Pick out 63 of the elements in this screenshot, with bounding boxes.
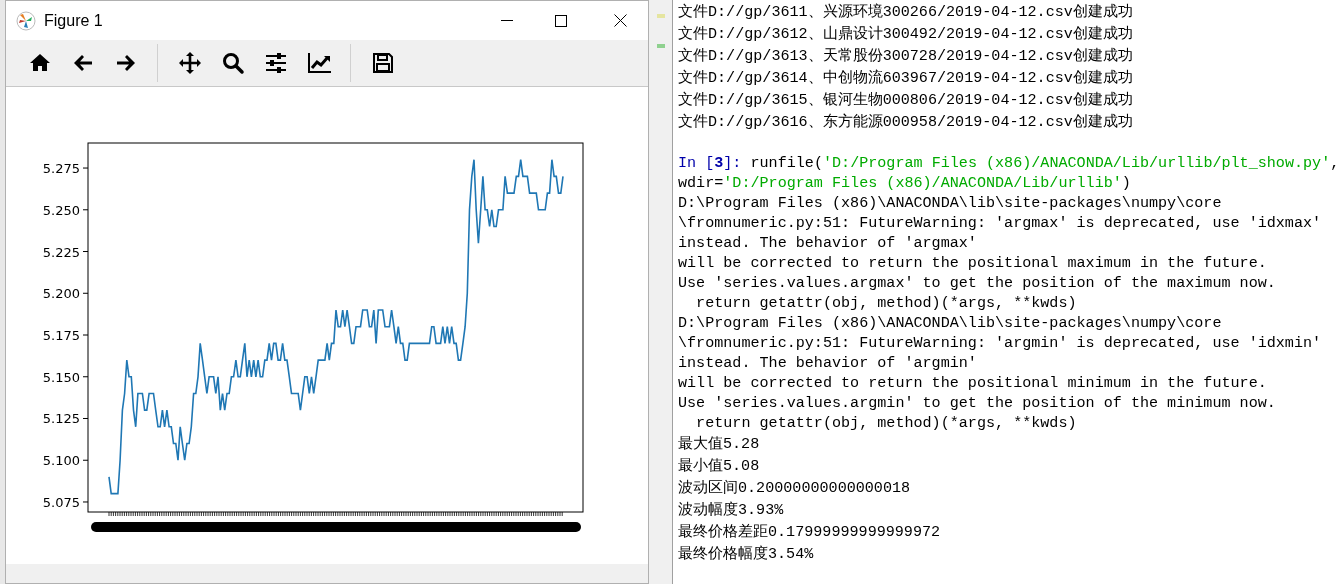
y-tick-label: 5.225 — [42, 244, 80, 260]
result-line: 最终价格幅度3.54% — [678, 544, 815, 565]
save-icon — [370, 51, 395, 75]
result-line: 波动幅度3.93% — [678, 500, 785, 521]
window-title: Figure 1 — [44, 10, 103, 31]
y-tick-label: 5.100 — [42, 453, 80, 469]
scroll-marker — [656, 44, 665, 48]
input-prompt: In [ — [678, 154, 715, 172]
output-line: 文件D://gp/3616、东方能源000958/2019-04-12.csv创建成功 — [678, 112, 1134, 133]
close-icon — [613, 14, 627, 27]
warning-line: Use 'series.values.argmin' to get the position of the minimum now. — [678, 393, 1277, 413]
code-text: runfile( — [750, 154, 823, 172]
y-tick — [82, 418, 89, 419]
scroll-marker — [656, 14, 665, 18]
y-tick — [82, 334, 89, 336]
code-text: wdir= — [678, 174, 724, 192]
warning-line: D:\Program Files (x86)\ANACONDA\lib\site-packages\numpy\core — [678, 193, 1223, 213]
result-line: 波动区间0.20000000000000018 — [678, 478, 912, 499]
y-tick-label: 5.075 — [42, 495, 80, 510]
code-text: ) — [1121, 174, 1131, 192]
warning-line: return getattr(obj, method)(*args, **kwds) — [695, 413, 1078, 433]
sliders-icon — [263, 51, 288, 75]
warning-line: Use 'series.values.argmax' to get the position of the maximum now. — [678, 273, 1277, 293]
search-icon — [220, 51, 245, 75]
maximize-icon — [555, 14, 567, 27]
warning-line: instead. The behavior of 'argmax' — [678, 233, 978, 253]
move-icon — [177, 51, 202, 75]
y-tick — [82, 251, 89, 253]
y-tick — [82, 292, 89, 294]
output-line: 文件D://gp/3612、山鼎设计300492/2019-04-12.csv创建成功 — [678, 24, 1134, 45]
y-tick — [82, 167, 89, 169]
warning-line: return getattr(obj, method)(*args, **kwds) — [695, 293, 1078, 313]
warning-line: \fromnumeric.py:51: FutureWarning: 'argmax' is deprecated, use 'idxmax' — [678, 213, 1323, 233]
y-tick-label: 5.275 — [42, 161, 80, 177]
input-prompt: 3 — [714, 154, 724, 172]
output-line: 文件D://gp/3613、天常股份300728/2019-04-12.csv创建成功 — [678, 46, 1134, 67]
y-tick-label: 5.125 — [42, 411, 80, 427]
string-literal: 'D:/Program Files (x86)/ANACONDA/Lib/urllib/plt_show.py' — [822, 154, 1331, 172]
warning-line: instead. The behavior of 'argmin' — [678, 353, 978, 373]
y-tick-label: 5.150 — [42, 369, 80, 385]
minimize-icon — [501, 19, 513, 22]
line-chart-icon — [306, 51, 331, 75]
code-text: , — [1330, 154, 1340, 172]
y-tick — [82, 501, 89, 503]
y-tick — [82, 459, 89, 461]
result-line: 最大值5.28 — [678, 434, 761, 455]
figure-logo-icon — [16, 10, 36, 31]
y-tick-label: 5.175 — [42, 328, 80, 343]
warning-line: D:\Program Files (x86)\ANACONDA\lib\site-packages\numpy\core — [678, 313, 1223, 333]
y-tick-label: 5.250 — [42, 202, 80, 218]
output-line: 文件D://gp/3615、银河生物000806/2019-04-12.csv创建成功 — [678, 90, 1134, 111]
input-prompt: ]: — [723, 154, 743, 172]
warning-line: \fromnumeric.py:51: FutureWarning: 'argmin' is deprecated, use 'idxmin' — [678, 333, 1323, 353]
warning-line: will be corrected to return the positional maximum in the future. — [678, 253, 1268, 273]
output-line: 文件D://gp/3611、兴源环境300266/2019-04-12.csv创建成功 — [678, 2, 1134, 23]
string-literal: 'D:/Program Files (x86)/ANACONDA/Lib/urllib' — [723, 174, 1122, 192]
result-line: 最终价格差距0.17999999999999972 — [678, 522, 942, 543]
warning-line: will be corrected to return the positional minimum in the future. — [678, 373, 1268, 393]
output-line: 文件D://gp/3614、中创物流603967/2019-04-12.csv创建成功 — [678, 68, 1134, 89]
y-tick — [82, 209, 89, 211]
y-tick-label: 5.200 — [42, 286, 80, 302]
y-tick — [82, 376, 89, 378]
result-line: 最小值5.08 — [678, 456, 761, 477]
